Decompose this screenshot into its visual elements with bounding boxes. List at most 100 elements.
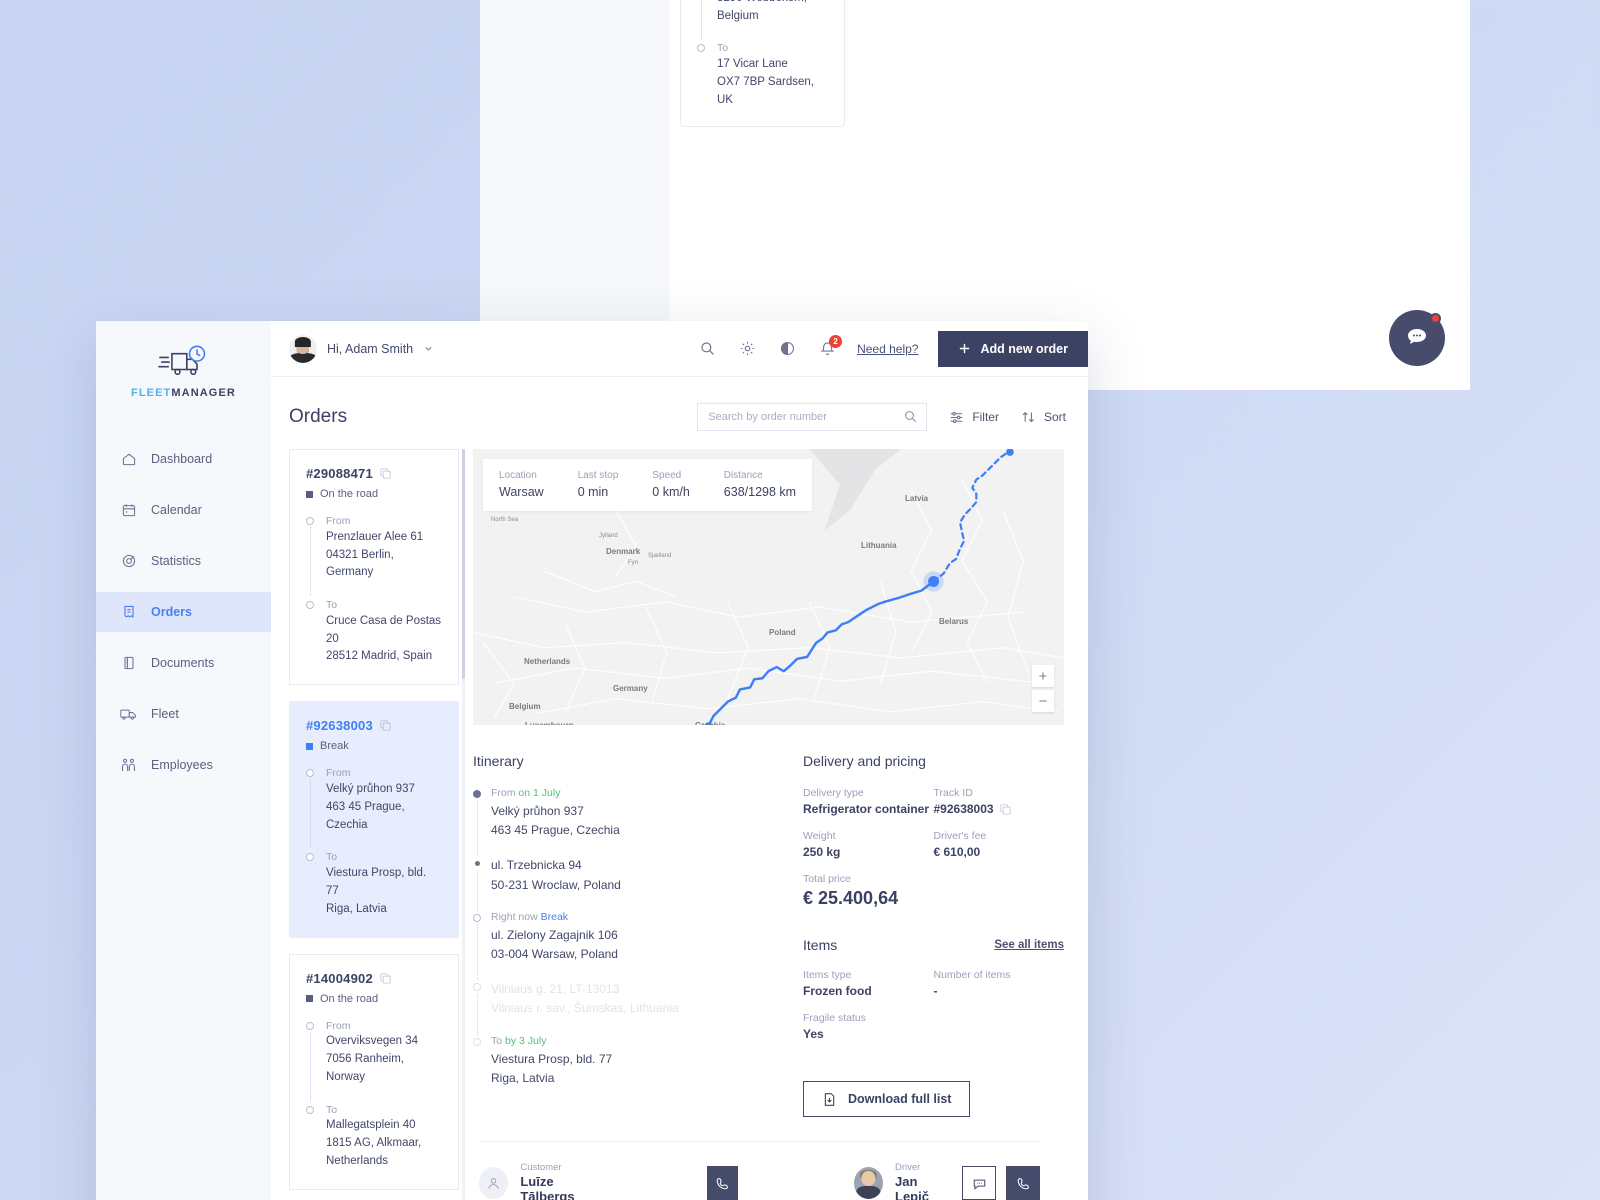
avatar [479, 1167, 509, 1199]
order-card[interactable]: #14004902 On the road From Overviksvegen… [289, 953, 459, 1190]
filter-label: Filter [972, 410, 999, 424]
map-zoom-in-button[interactable]: + [1032, 665, 1054, 687]
route-line [700, 0, 702, 40]
home-icon [120, 451, 137, 468]
add-new-order-button[interactable]: Add new order [938, 330, 1088, 367]
map-stat: Last stop 0 min [577, 470, 619, 499]
map-label: Lithuania [861, 541, 897, 550]
sidebar-item-orders[interactable]: Orders [96, 592, 271, 632]
sort-button[interactable]: Sort [1021, 410, 1066, 425]
map-zoom-out-button[interactable]: − [1032, 690, 1054, 712]
map-label: North Sea [491, 517, 519, 523]
sidebar-item-label: Fleet [151, 707, 179, 721]
search-icon[interactable] [697, 339, 717, 359]
content: Orders Search by order number Filter Sor… [271, 377, 1088, 1200]
chevron-down-icon[interactable] [423, 343, 434, 354]
route-dot-icon [306, 769, 314, 778]
status-square-icon [306, 490, 313, 498]
route-dot-icon [697, 44, 705, 53]
copy-icon[interactable] [999, 803, 1011, 815]
chat-unread-badge [1430, 313, 1441, 324]
sidebar-item-label: Employees [151, 758, 213, 772]
contrast-icon[interactable] [777, 339, 797, 359]
itinerary-stop: ul. Trzebnicka 94 50-231 Wroclaw, Poland [473, 856, 773, 911]
scrollbar-thumb[interactable] [462, 449, 465, 679]
copy-icon[interactable] [380, 468, 391, 479]
itinerary-section: Itinerary From on 1 July Velký průhon 93… [473, 753, 773, 1117]
call-driver-button[interactable] [1006, 1166, 1040, 1200]
orders-list[interactable]: #29088471 On the road From Prenzlauer Al… [271, 449, 467, 1200]
status-badge: On the road [306, 488, 442, 500]
items-header: Items See all items [803, 937, 1064, 953]
route-map[interactable]: North Sea Jylland Denmark Fyn Sjælland N… [473, 449, 1064, 725]
order-number: #29088471 [306, 466, 442, 481]
route-from: From Prenzlauer Alee 61 04321 Berlin, Ge… [306, 514, 442, 597]
page-header: Orders Search by order number Filter Sor… [271, 377, 1088, 449]
delivery-section: Delivery and pricing Delivery type Refri… [803, 753, 1064, 1117]
route-to: To Cruce Casa de Postas 20 28512 Madrid,… [306, 598, 442, 666]
route-line [309, 1031, 311, 1101]
sidebar-item-calendar[interactable]: Calendar [96, 490, 271, 530]
map-label: Latvia [905, 494, 929, 503]
sidebar-item-documents[interactable]: Documents [96, 643, 271, 683]
sidebar-item-employees[interactable]: Employees [96, 745, 271, 785]
map-stat: Speed 0 km/h [652, 470, 690, 499]
status-square-icon [306, 742, 313, 750]
itinerary-line [476, 870, 478, 911]
map-label: Belarus [939, 617, 969, 626]
sidebar-item-fleet[interactable]: Fleet [96, 694, 271, 734]
search-wrapper [697, 403, 928, 431]
route-dot-icon [306, 1021, 314, 1030]
map-zoom-controls: + − [1032, 665, 1054, 715]
map-label: Germany [613, 684, 648, 693]
detail-columns: Itinerary From on 1 July Velký průhon 93… [473, 725, 1064, 1117]
itinerary-marker-icon [473, 983, 481, 992]
sidebar-item-label: Dashboard [151, 452, 213, 466]
itinerary-stop: To by 3 July Viestura Prosp, bld. 77 Rig… [473, 1035, 773, 1088]
call-customer-button[interactable] [706, 1166, 738, 1200]
route: From Chaussée de Fayat 109 3290 Webbekom… [697, 0, 828, 110]
search-input[interactable] [697, 403, 928, 431]
message-driver-button[interactable] [962, 1166, 996, 1200]
map-label: Belgium [509, 702, 541, 711]
sidebar-item-statistics[interactable]: Statistics [96, 541, 271, 581]
gear-icon[interactable] [737, 339, 757, 359]
route-from: From Overviksvegen 34 7056 Ranheim, Norw… [306, 1019, 442, 1101]
body-row: #29088471 On the road From Prenzlauer Al… [271, 449, 1088, 1200]
truck-icon [120, 706, 137, 723]
route-line [309, 779, 311, 849]
driver-info: Driver Jan Lepič [895, 1162, 929, 1200]
itinerary-marker-icon [474, 861, 480, 867]
order-card-selected[interactable]: #92638003 Break From Velký průhon 937 46… [289, 701, 459, 938]
topbar-actions: 2 Need help? Add new order [697, 330, 1088, 367]
itinerary-line [476, 801, 478, 857]
filter-button[interactable]: Filter [949, 410, 999, 425]
route-dot-icon [306, 853, 314, 862]
user-menu[interactable]: Hi, Adam Smith [289, 334, 434, 363]
total-price: € 25.400,64 [803, 888, 899, 908]
order-card[interactable]: #29088471 On the road From Prenzlauer Al… [289, 449, 459, 686]
avatar [289, 334, 317, 363]
file-download-icon [822, 1092, 837, 1107]
download-full-list-button[interactable]: Download full list [803, 1081, 971, 1117]
see-all-items-link[interactable]: See all items [994, 939, 1064, 951]
itinerary-marker-icon [473, 1037, 481, 1046]
itinerary-stop-current: Right now Break ul. Zielony Zagajnik 106… [473, 911, 773, 981]
plus-icon [958, 342, 971, 355]
need-help-link[interactable]: Need help? [857, 342, 918, 356]
map-label: Fyn [628, 560, 639, 566]
bell-icon[interactable]: 2 [817, 334, 843, 359]
chat-fab-icon[interactable] [1389, 310, 1445, 366]
copy-icon[interactable] [380, 972, 391, 984]
track-id-value: #92638003 [934, 802, 1065, 816]
background-order-card[interactable]: #63770192 Needs attention From Chaussée … [680, 0, 845, 127]
copy-icon[interactable] [380, 720, 391, 731]
statistics-icon [120, 553, 137, 570]
search-icon[interactable] [903, 409, 918, 424]
map-label: Sjælland [648, 553, 672, 559]
app-logo[interactable]: FLEETMANAGER [96, 345, 271, 439]
map-stat: Location Warsaw [499, 470, 544, 499]
map-label: Poland [769, 628, 796, 637]
sidebar-item-dashboard[interactable]: Dashboard [96, 439, 271, 479]
sidebar-item-label: Orders [151, 605, 192, 619]
